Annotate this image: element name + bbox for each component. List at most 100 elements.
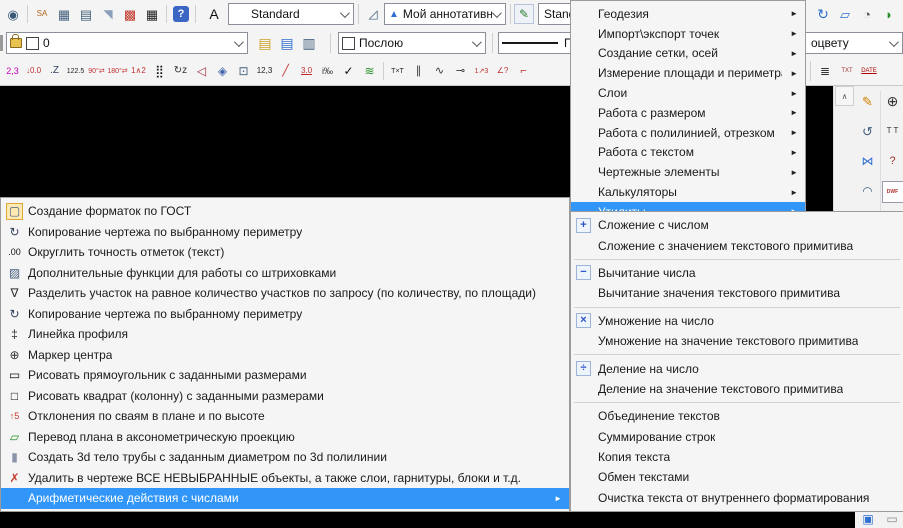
z-value-icon[interactable]: .Z (44, 60, 65, 82)
text-mark-icon[interactable]: T×T (387, 60, 408, 82)
check-line-icon[interactable]: ✓ (338, 60, 359, 82)
color-control-combo[interactable]: Послою (338, 32, 486, 54)
slope-value-icon[interactable]: 3.0 (296, 60, 317, 82)
menu-item[interactable]: −Вычитание числа (571, 263, 903, 283)
hatch-wave-icon[interactable]: ≋ (359, 60, 380, 82)
menu-item[interactable]: Вычитание значения текстового примитива (571, 283, 903, 303)
menu-item[interactable]: ▮Создать 3d тело трубы с заданным диамет… (1, 447, 569, 468)
set-elevation-icon[interactable]: ↓0.0 (23, 60, 44, 82)
target-icon[interactable]: ⊕ (883, 91, 903, 111)
box-3d-icon[interactable]: ▱ (834, 3, 856, 25)
menu-item[interactable]: ↻Копирование чертежа по выбранному перим… (1, 222, 569, 243)
menu-item[interactable]: Деление на значение текстового примитива (571, 379, 903, 399)
menu-item[interactable]: Импорт\экспорт точек► (571, 24, 805, 44)
menu-item-highlighted[interactable]: Арифметические действия с числами► (1, 488, 569, 509)
scroll-up-button[interactable]: ∧ (835, 86, 854, 106)
dim-style-icon[interactable]: ◿ (362, 3, 384, 25)
segment-icon[interactable]: ⊸ (450, 60, 471, 82)
paste-special-icon[interactable]: ⊡ (233, 60, 254, 82)
calculator-icon[interactable]: ▦ (141, 3, 163, 25)
parallel-icon[interactable]: ∥ (408, 60, 429, 82)
menu-item[interactable]: Очистка текста от внутреннего форматиров… (571, 488, 903, 508)
spot-elevation-icon[interactable]: 122.5 (65, 60, 86, 82)
corner-icon[interactable]: ⌐ (513, 60, 534, 82)
menu-item[interactable]: Объединение текстов (571, 406, 903, 426)
table-edit-icon[interactable]: ✎ (514, 4, 534, 24)
incline-icon[interactable]: ◠ (858, 181, 878, 201)
sheet-export-icon[interactable]: ▤ (75, 3, 97, 25)
menu-item[interactable]: .00Округлить точность отметок (текст) (1, 242, 569, 263)
menu-item[interactable]: □Рисовать квадрат (колонну) с заданными … (1, 386, 569, 407)
overlap-squares-icon[interactable]: ▣ (856, 511, 880, 527)
menu-item[interactable]: ÷Деление на число (571, 358, 903, 378)
date-icon[interactable]: DATE (858, 60, 880, 82)
layer-manager-icon[interactable]: ▥ (298, 32, 320, 54)
menu-item[interactable]: Сложение с значением текстового примитив… (571, 235, 903, 255)
layer-states-icon[interactable]: ▤ (254, 32, 276, 54)
menu-item[interactable]: ▱Перевод плана в аксонометрическую проек… (1, 427, 569, 448)
help-icon[interactable]: ? (173, 6, 189, 22)
menu-item[interactable]: Работа с текстом► (571, 143, 805, 163)
pencil-edit-icon[interactable]: ✎ (858, 91, 878, 111)
menu-item[interactable]: ∇Разделить участок на равное количество … (1, 283, 569, 304)
render-icon[interactable]: ◗ (878, 3, 900, 25)
numbering-icon[interactable]: 1↗3 (471, 60, 492, 82)
menu-item[interactable]: Калькуляторы► (571, 182, 805, 202)
menu-item[interactable]: Работа с размером► (571, 103, 805, 123)
menu-item[interactable]: Чертежные элементы► (571, 162, 805, 182)
menu-item[interactable]: Копия текста (571, 447, 903, 467)
zoom-pointer-icon[interactable]: ◉ (2, 3, 24, 25)
angle-query-icon[interactable]: ∠? (492, 60, 513, 82)
menu-item[interactable]: ⊕Маркер центра (1, 345, 569, 366)
lattice-icon[interactable]: ◈ (212, 60, 233, 82)
menu-item[interactable]: +Сложение с числом (571, 215, 903, 235)
annotative-style-combo[interactable]: ▲ Мой аннотативн (384, 3, 506, 25)
layer-combo[interactable]: 0 (6, 32, 248, 54)
txt-copy-icon[interactable]: TXT (836, 60, 858, 82)
edit-text-icon[interactable]: SA (31, 3, 53, 25)
menu-item[interactable]: ‡Линейка профиля (1, 324, 569, 345)
question-leader-icon[interactable]: ? (883, 151, 903, 171)
menu-item[interactable]: Работа с полилинией, отрезком► (571, 123, 805, 143)
menu-item[interactable]: ▢Создание форматок по ГОСТ (1, 201, 569, 222)
point-array-icon[interactable]: ⣿ (149, 60, 170, 82)
panel-icon[interactable]: ▭ (880, 511, 903, 527)
table-icon[interactable]: ▦ (53, 3, 75, 25)
menu-item[interactable]: ↑5Отклонения по сваям в плане и по высот… (1, 406, 569, 427)
menu-item[interactable]: Измерение площади и периметра► (571, 63, 805, 83)
center-triangle-icon[interactable]: ◁ (191, 60, 212, 82)
menu-item-label: Копирование чертежа по выбранному периме… (28, 225, 302, 239)
mtext-lines-icon[interactable]: ≣ (814, 60, 836, 82)
rotate-180-icon[interactable]: 180°⇄ (107, 60, 128, 82)
dim-style-combo[interactable]: Standard (228, 3, 354, 25)
coords-icon[interactable]: 2,3 (2, 60, 23, 82)
menu-item[interactable]: Геодезия► (571, 4, 805, 24)
menu-item[interactable]: Умножение на значение текстового примити… (571, 331, 903, 351)
font-style-icon[interactable]: A (203, 3, 225, 25)
menu-item[interactable]: ▨Дополнительные функции для работы со шт… (1, 263, 569, 284)
pipe-icon[interactable]: ◥ (97, 3, 119, 25)
red-region-icon[interactable]: ▩ (119, 3, 141, 25)
coord-label-icon[interactable]: 12,3 (254, 60, 275, 82)
menu-item[interactable]: ×Умножение на число (571, 311, 903, 331)
rotate-90-icon[interactable]: 90°⇄ (86, 60, 107, 82)
mirror-icon[interactable]: ⋈ (858, 151, 878, 171)
slope-line-icon[interactable]: ╱ (275, 60, 296, 82)
copy-rotate-icon[interactable]: ↺ (858, 121, 878, 141)
menu-item[interactable]: Создание сетки, осей► (571, 44, 805, 64)
rotate-3d-icon[interactable]: ↻ (812, 3, 834, 25)
text-height-icon[interactable]: T T (883, 121, 903, 141)
menu-item[interactable]: ✗Удалить в чертеже ВСЕ НЕВЫБРАННЫЕ объек… (1, 468, 569, 489)
menu-item[interactable]: Слои► (571, 83, 805, 103)
menu-item[interactable]: Обмен текстами (571, 467, 903, 487)
layers-icon[interactable]: ▤ (276, 32, 298, 54)
rotate-z-icon[interactable]: ↻z (170, 60, 191, 82)
menu-item[interactable]: Суммирование строк (571, 427, 903, 447)
dwf-icon[interactable]: DWF (882, 181, 903, 203)
interpolate-icon[interactable]: i‰ (317, 60, 338, 82)
spline-nodes-icon[interactable]: ∿ (429, 60, 450, 82)
orbit-icon[interactable]: ◔ (856, 3, 878, 25)
menu-item[interactable]: ↻Копирование чертежа по выбранному перим… (1, 304, 569, 325)
peaks-icon[interactable]: 1∧2 (128, 60, 149, 82)
menu-item[interactable]: ▭Рисовать прямоугольник с заданными разм… (1, 365, 569, 386)
